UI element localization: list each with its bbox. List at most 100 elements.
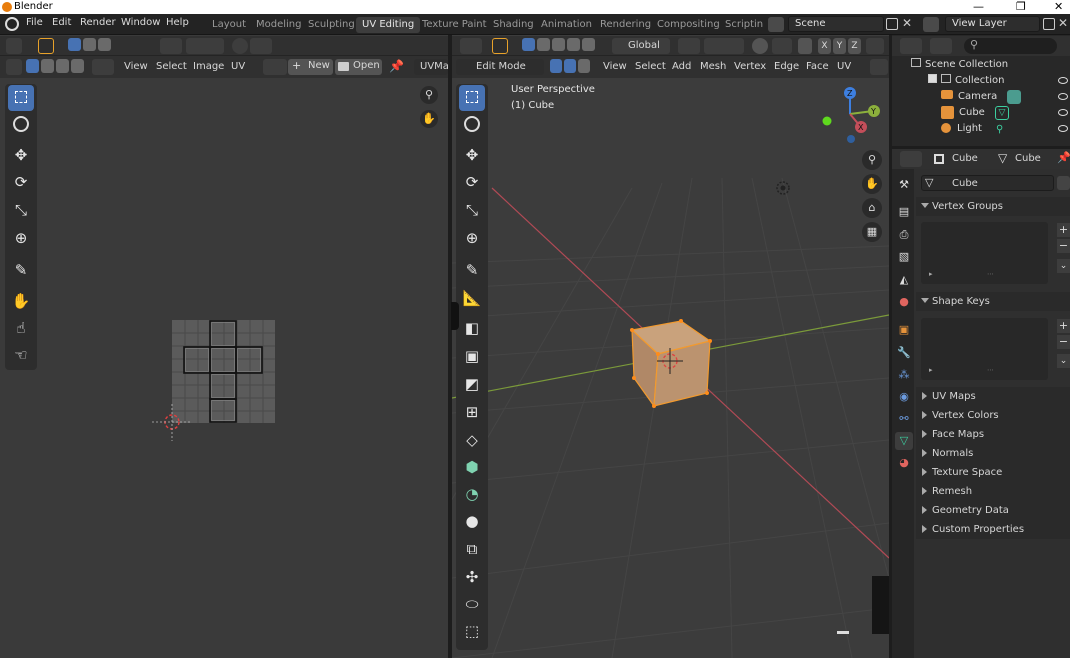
pivot-point-icon[interactable]: [678, 38, 700, 54]
outliner-editor-type-icon[interactable]: [900, 38, 922, 54]
modifier-tab-icon[interactable]: 🔧: [895, 344, 913, 362]
island-select-icon[interactable]: [71, 59, 84, 73]
editor-type-icon[interactable]: [460, 38, 482, 54]
select-mode-subtract-icon[interactable]: [98, 38, 111, 51]
select-mode-new-icon[interactable]: [522, 38, 535, 51]
select-mode-extend-icon[interactable]: [83, 38, 96, 51]
world-tab-icon[interactable]: ●: [895, 293, 913, 311]
select-mode-extend-icon[interactable]: [537, 38, 550, 51]
list-resize-grip[interactable]: ⋯: [987, 366, 994, 374]
camera-data-icon[interactable]: [1007, 90, 1021, 104]
mirror-options-icon[interactable]: [798, 38, 812, 54]
mirror-y-toggle[interactable]: Y: [833, 38, 846, 54]
select-mode-intersect-icon[interactable]: [582, 38, 595, 51]
mesh-datablock-field[interactable]: ▽ Cube: [921, 175, 1054, 191]
measure-tool[interactable]: 📐: [459, 285, 485, 311]
outliner-search-field[interactable]: ⚲: [964, 38, 1057, 54]
scale-tool[interactable]: ⤡: [459, 197, 485, 223]
object-tab-icon[interactable]: ▣: [895, 321, 913, 339]
vertex-select-icon[interactable]: [26, 59, 39, 73]
cube-mesh[interactable]: [630, 319, 712, 408]
uv-menu-view[interactable]: View: [124, 61, 148, 72]
maximize-button[interactable]: ❐: [1016, 0, 1026, 14]
view-layer-field[interactable]: View Layer: [945, 16, 1040, 32]
view-layer-icon[interactable]: [923, 17, 939, 32]
snap-icon[interactable]: [186, 38, 224, 54]
panel-face-maps[interactable]: Face Maps: [916, 425, 1070, 444]
vertex-select-mode-icon[interactable]: [550, 59, 562, 73]
vertex-groups-list[interactable]: ▸ ⋯: [921, 222, 1048, 284]
scene-tab-icon[interactable]: ◭: [895, 271, 913, 289]
view-layer-tab-icon[interactable]: ▧: [895, 248, 913, 266]
knife-tool[interactable]: ◇: [459, 427, 485, 453]
pan-icon[interactable]: ✋: [420, 110, 438, 128]
shape-key-specials-button[interactable]: ⌄: [1057, 354, 1070, 368]
new-view-layer-icon[interactable]: [1043, 18, 1055, 30]
face-select-mode-icon[interactable]: [578, 59, 590, 73]
material-tab-icon[interactable]: ◕: [895, 454, 913, 472]
tab-rendering[interactable]: Rendering: [594, 17, 657, 33]
face-select-icon[interactable]: [56, 59, 69, 73]
select-mode-difference-icon[interactable]: [567, 38, 580, 51]
shear-tool[interactable]: ⬭: [459, 591, 485, 617]
tab-layout[interactable]: Layout: [206, 17, 252, 33]
output-tab-icon[interactable]: ⎙: [895, 226, 913, 244]
viewport-menu-add[interactable]: Add: [672, 61, 691, 72]
display-mode-icon[interactable]: [930, 38, 952, 54]
grab-tool[interactable]: ✋: [8, 288, 34, 314]
zoom-icon[interactable]: ⚲: [420, 86, 438, 104]
minimize-button[interactable]: —: [973, 0, 984, 14]
sticky-selection-icon[interactable]: [92, 59, 114, 75]
uv-menu-select[interactable]: Select: [156, 61, 187, 72]
menu-render[interactable]: Render: [80, 17, 116, 28]
viewport-menu-view[interactable]: View: [603, 61, 627, 72]
cube-visibility-icon[interactable]: [1058, 109, 1068, 116]
panel-shape-keys[interactable]: Shape Keys: [916, 292, 1070, 311]
annotate-tool[interactable]: ✎: [8, 257, 34, 283]
add-shape-key-button[interactable]: +: [1057, 319, 1070, 333]
select-mode-subtract-icon[interactable]: [552, 38, 565, 51]
physics-tab-icon[interactable]: ◉: [895, 388, 913, 406]
add-vertex-group-button[interactable]: +: [1057, 223, 1070, 237]
rotate-tool[interactable]: ⟳: [8, 169, 34, 195]
vertex-group-specials-button[interactable]: ⌄: [1057, 259, 1070, 273]
remove-shape-key-button[interactable]: −: [1057, 335, 1070, 349]
delete-scene-icon[interactable]: ✕: [902, 16, 912, 30]
particles-tab-icon[interactable]: ⁂: [895, 366, 913, 384]
menu-edit[interactable]: Edit: [52, 17, 71, 28]
scene-icon[interactable]: [768, 17, 784, 32]
viewport-menu-vertex[interactable]: Vertex: [734, 61, 766, 72]
toolbar-collapse-handle[interactable]: [451, 302, 459, 330]
select-mode-new-icon[interactable]: [68, 38, 81, 51]
falloff-icon[interactable]: [250, 38, 272, 54]
outliner-light[interactable]: Light ⚲: [941, 121, 1003, 137]
collection-visibility-icon[interactable]: [1058, 77, 1068, 84]
tab-modeling[interactable]: Modeling: [250, 17, 308, 33]
close-button[interactable]: ✕: [1054, 0, 1063, 14]
light-visibility-icon[interactable]: [1058, 125, 1068, 132]
tab-sculpting[interactable]: Sculpting: [302, 17, 361, 33]
pin-icon[interactable]: 📌: [1057, 151, 1070, 164]
poly-build-tool[interactable]: ⬢: [459, 454, 485, 480]
mirror-x-toggle[interactable]: X: [818, 38, 831, 54]
proportional-editing-icon[interactable]: [232, 38, 248, 54]
rip-tool[interactable]: ⬚: [459, 618, 485, 644]
proportional-editing-icon[interactable]: [752, 38, 768, 54]
image-browse-icon[interactable]: [263, 59, 287, 75]
perspective-toggle-icon[interactable]: ▦: [862, 222, 882, 242]
snap-icon[interactable]: [704, 38, 744, 54]
render-tab-icon[interactable]: ▤: [895, 203, 913, 221]
outliner-collection[interactable]: Collection: [928, 73, 1004, 89]
smooth-tool[interactable]: ●: [459, 508, 485, 534]
new-image-button[interactable]: + New: [288, 59, 333, 75]
menu-help[interactable]: Help: [166, 17, 189, 28]
cursor-tool[interactable]: [459, 111, 485, 137]
select-box-icon[interactable]: [492, 38, 508, 54]
panel-vertex-groups[interactable]: Vertex Groups: [916, 197, 1070, 216]
camera-view-icon[interactable]: ⌂: [862, 198, 882, 218]
properties-editor-type-icon[interactable]: [900, 151, 922, 167]
loop-cut-tool[interactable]: ⊞: [459, 399, 485, 425]
transform-tool[interactable]: ⊕: [8, 225, 34, 251]
navigation-gizmo[interactable]: Z Y X: [818, 84, 882, 146]
viewport-menu-uv[interactable]: UV: [837, 61, 851, 72]
